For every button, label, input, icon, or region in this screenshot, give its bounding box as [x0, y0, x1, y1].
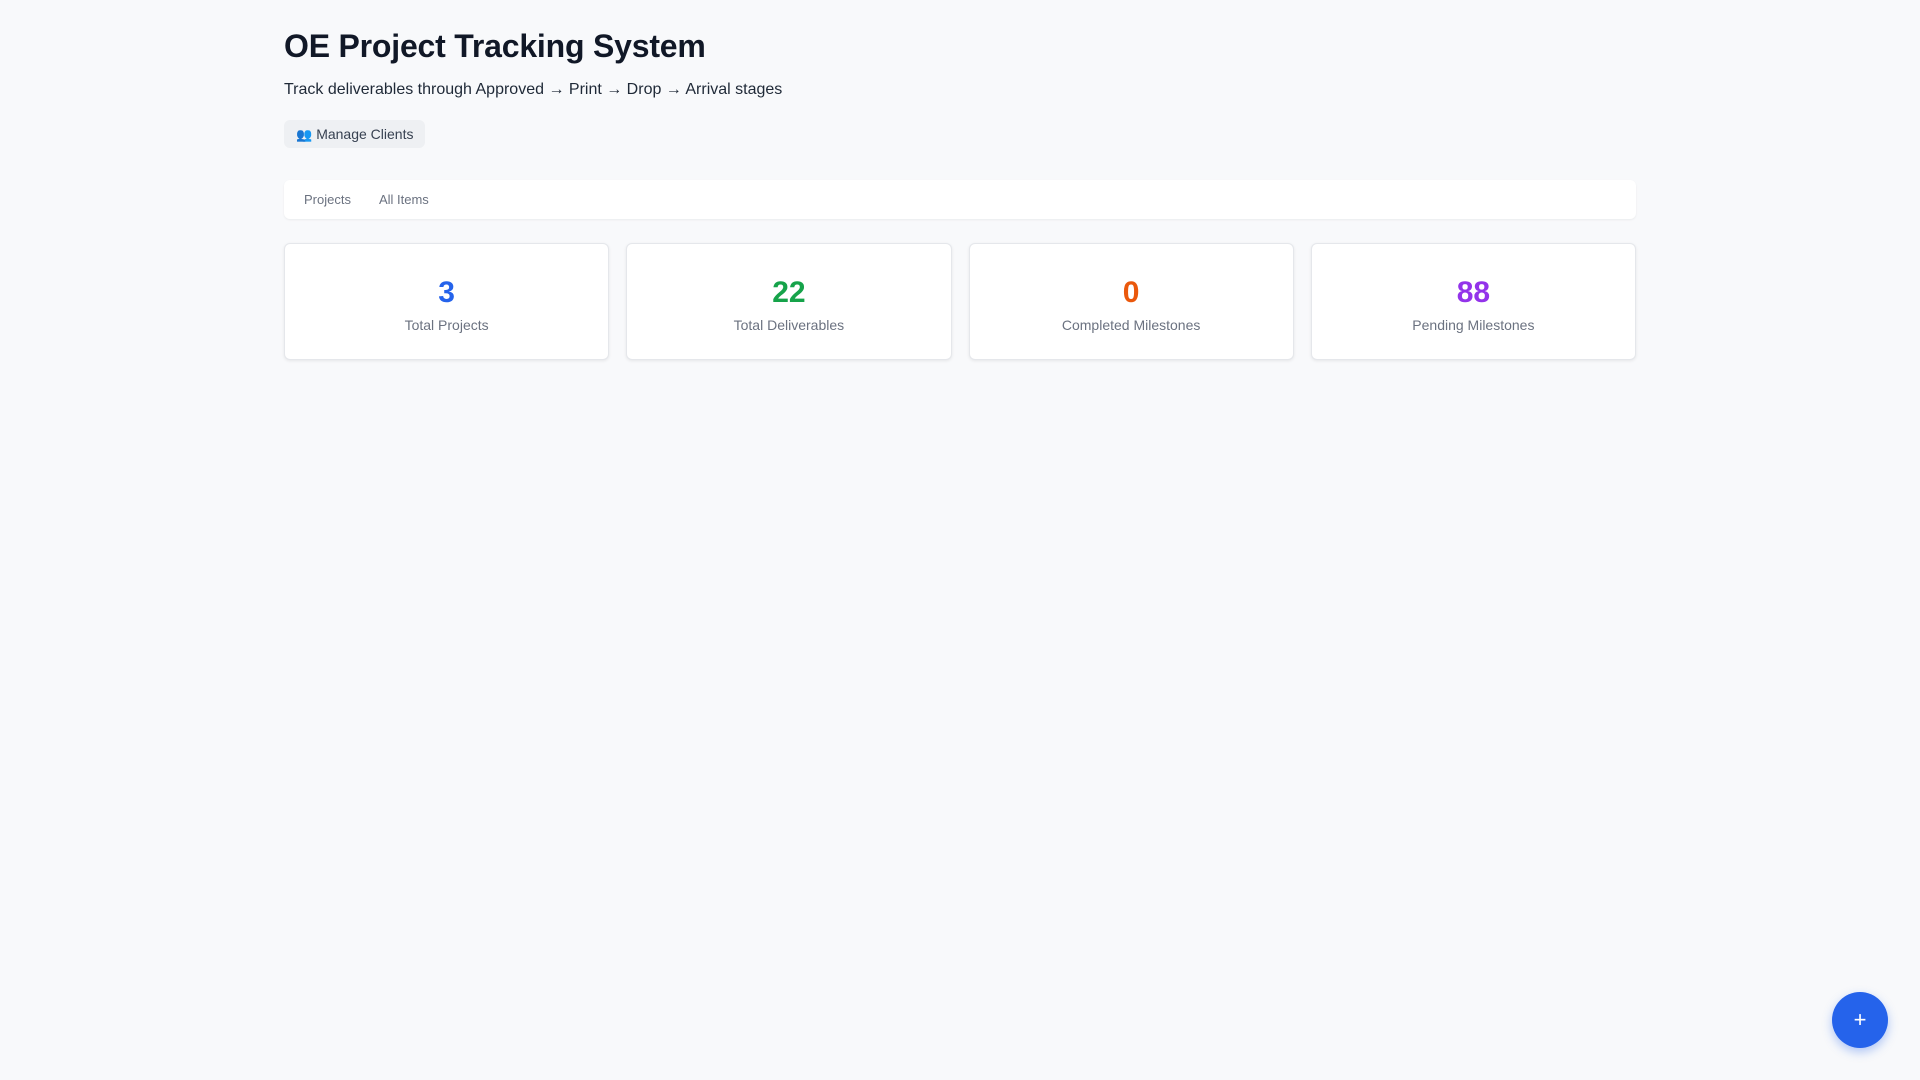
stat-value: 88	[1456, 275, 1491, 309]
stats-row: 3 Total Projects 22 Total Deliverables 0…	[284, 243, 1636, 360]
page-subtitle: Track deliverables through Approved → Pr…	[284, 81, 783, 98]
tab-all-items[interactable]: All Items	[365, 180, 443, 219]
tab-bar: Projects All Items	[284, 180, 1636, 219]
stat-value: 0	[1122, 275, 1140, 309]
manage-clients-label: Manage Clients	[316, 126, 414, 142]
stat-value: 3	[438, 275, 455, 309]
manage-clients-button[interactable]: 👥 Manage Clients	[284, 120, 426, 148]
stat-label: Total Deliverables	[733, 316, 845, 333]
stat-value: 22	[772, 275, 806, 309]
page-title: OE Project Tracking System	[284, 28, 706, 64]
stat-card-total-projects: 3 Total Projects	[284, 243, 610, 360]
stat-card-total-deliverables: 22 Total Deliverables	[626, 243, 952, 360]
stat-label: Pending Milestones	[1412, 316, 1535, 333]
tab-projects[interactable]: Projects	[290, 180, 365, 219]
stat-card-pending-milestones: 88 Pending Milestones	[1310, 243, 1636, 360]
stat-card-completed-milestones: 0 Completed Milestones	[968, 243, 1294, 360]
page: OE Project Tracking System Track deliver…	[0, 0, 1920, 1080]
users-icon: 👥	[296, 126, 313, 142]
add-button[interactable]: +	[1832, 992, 1888, 1048]
stat-label: Total Projects	[404, 316, 489, 333]
stat-label: Completed Milestones	[1061, 316, 1201, 333]
plus-icon: +	[1853, 1007, 1867, 1032]
